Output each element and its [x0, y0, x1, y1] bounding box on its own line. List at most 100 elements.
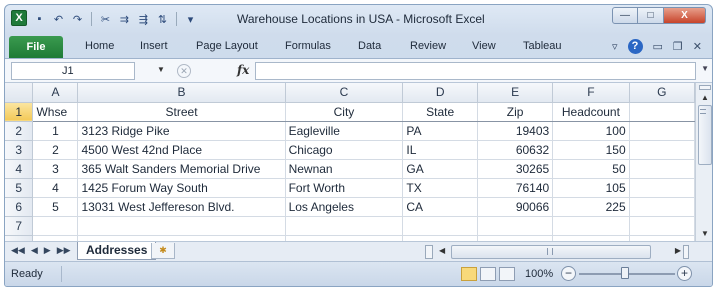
- cell-a7[interactable]: [32, 216, 79, 236]
- cell-f1[interactable]: Headcount: [552, 102, 630, 122]
- last-sheet-icon[interactable]: ▶▶: [57, 245, 71, 256]
- cell-g1[interactable]: [629, 102, 695, 122]
- tab-split-box[interactable]: [425, 245, 433, 259]
- undo-icon[interactable]: ↶: [50, 11, 67, 28]
- scroll-left-icon[interactable]: ◀: [439, 246, 445, 255]
- scroll-right-icon[interactable]: ▶: [675, 246, 681, 255]
- restore-workbook-icon[interactable]: ▭: [653, 40, 663, 53]
- tab-insert[interactable]: Insert: [140, 40, 168, 52]
- cell-c4[interactable]: Newnan: [285, 159, 404, 179]
- excel-app-icon[interactable]: X: [11, 10, 27, 26]
- cell-c3[interactable]: Chicago: [285, 140, 404, 160]
- maximize-button[interactable]: □: [638, 7, 664, 24]
- cell-e3[interactable]: 60632: [477, 140, 554, 160]
- select-all-corner[interactable]: [5, 83, 34, 103]
- cell-d3[interactable]: IL: [402, 140, 478, 160]
- expand-formula-bar-icon[interactable]: ▼: [701, 64, 709, 73]
- zoom-level[interactable]: 100%: [525, 268, 553, 280]
- tab-tableau[interactable]: Tableau: [523, 40, 562, 52]
- tab-file[interactable]: File: [9, 36, 63, 58]
- cell-a4[interactable]: 3: [32, 159, 79, 179]
- next-sheet-icon[interactable]: ▶: [44, 245, 51, 256]
- page-layout-view-icon[interactable]: [480, 267, 496, 281]
- tab-page-layout[interactable]: Page Layout: [196, 40, 258, 52]
- column-header-d[interactable]: D: [402, 83, 478, 103]
- minimize-button[interactable]: —: [612, 7, 638, 24]
- cell-e5[interactable]: 76140: [477, 178, 554, 198]
- cell-e1[interactable]: Zip: [477, 102, 554, 122]
- row-header[interactable]: 5: [5, 178, 34, 198]
- cell-f6[interactable]: 225: [552, 197, 630, 217]
- tab-review[interactable]: Review: [410, 40, 446, 52]
- split-box[interactable]: [699, 85, 711, 90]
- name-box-dropdown-icon[interactable]: ▼: [157, 65, 165, 74]
- minimize-ribbon-icon[interactable]: ▿: [612, 40, 618, 53]
- row-header[interactable]: 2: [5, 121, 34, 141]
- page-break-preview-icon[interactable]: [499, 267, 515, 281]
- vertical-scroll-thumb[interactable]: [698, 105, 712, 165]
- cell-g2[interactable]: [629, 121, 695, 141]
- row-header[interactable]: 7: [5, 216, 34, 236]
- cell-g4[interactable]: [629, 159, 695, 179]
- normal-view-icon[interactable]: [461, 267, 477, 281]
- cell-c1[interactable]: City: [285, 102, 404, 122]
- tab-formulas[interactable]: Formulas: [285, 40, 331, 52]
- insert-function-icon[interactable]: fx: [237, 63, 249, 77]
- cell-d2[interactable]: PA: [402, 121, 478, 141]
- cell-d6[interactable]: CA: [402, 197, 478, 217]
- horizontal-scrollbar[interactable]: ◀ ▶: [425, 245, 689, 259]
- tab-view[interactable]: View: [472, 40, 496, 52]
- cell-c6[interactable]: Los Angeles: [285, 197, 404, 217]
- cell-d5[interactable]: TX: [402, 178, 478, 198]
- cell-f2[interactable]: 100: [552, 121, 630, 141]
- cell-c2[interactable]: Eagleville: [285, 121, 404, 141]
- zoom-in-icon[interactable]: +: [677, 266, 692, 281]
- tab-data[interactable]: Data: [358, 40, 381, 52]
- cell-b7[interactable]: [77, 216, 286, 236]
- cell-e4[interactable]: 30265: [477, 159, 554, 179]
- cell-c5[interactable]: Fort Worth: [285, 178, 404, 198]
- column-header-e[interactable]: E: [477, 83, 554, 103]
- sort-icon[interactable]: ⇅: [154, 11, 171, 28]
- row-header[interactable]: 1: [5, 102, 34, 122]
- cell-a2[interactable]: 1: [32, 121, 79, 141]
- cell-d1[interactable]: State: [402, 102, 478, 122]
- close-workbook-icon[interactable]: ✕: [693, 40, 702, 53]
- redo-icon[interactable]: ↷: [69, 11, 86, 28]
- cell-d7[interactable]: [402, 216, 478, 236]
- worksheet-grid[interactable]: A B C D E F G 1 Whse Street City State Z…: [5, 83, 695, 241]
- cell-a6[interactable]: 5: [32, 197, 79, 217]
- first-sheet-icon[interactable]: ◀◀: [11, 245, 25, 256]
- cell-e2[interactable]: 19403: [477, 121, 554, 141]
- cell-e7[interactable]: [477, 216, 554, 236]
- zoom-out-icon[interactable]: −: [561, 266, 576, 281]
- cell-g3[interactable]: [629, 140, 695, 160]
- cell-g6[interactable]: [629, 197, 695, 217]
- save-icon[interactable]: ▪: [31, 11, 48, 28]
- insert-row-icon[interactable]: ⇶: [135, 11, 152, 28]
- row-header[interactable]: 4: [5, 159, 34, 179]
- row-header[interactable]: 6: [5, 197, 34, 217]
- cell-b3[interactable]: 4500 West 42nd Place: [77, 140, 286, 160]
- column-header-c[interactable]: C: [285, 83, 404, 103]
- close-button[interactable]: X: [664, 7, 706, 24]
- cell-f3[interactable]: 150: [552, 140, 630, 160]
- customize-qat-icon[interactable]: ▾: [182, 11, 199, 28]
- cell-b2[interactable]: 3123 Ridge Pike: [77, 121, 286, 141]
- cell-f7[interactable]: [552, 216, 630, 236]
- scroll-down-icon[interactable]: ▼: [701, 229, 709, 238]
- format-painter-icon[interactable]: ⇉: [116, 11, 133, 28]
- name-box[interactable]: J1: [11, 62, 135, 80]
- insert-sheet-icon[interactable]: ✱: [151, 243, 175, 259]
- previous-sheet-icon[interactable]: ◀: [31, 245, 38, 256]
- formula-input[interactable]: [255, 62, 696, 80]
- cell-d4[interactable]: GA: [402, 159, 478, 179]
- column-header-b[interactable]: B: [77, 83, 286, 103]
- cell-f4[interactable]: 50: [552, 159, 630, 179]
- vertical-scrollbar[interactable]: ▲ ▼: [695, 83, 712, 241]
- scroll-up-icon[interactable]: ▲: [701, 93, 709, 102]
- cut-icon[interactable]: ✂: [97, 11, 114, 28]
- cell-g5[interactable]: [629, 178, 695, 198]
- zoom-slider-thumb[interactable]: [621, 267, 629, 279]
- sheet-tab-addresses[interactable]: Addresses: [77, 242, 157, 260]
